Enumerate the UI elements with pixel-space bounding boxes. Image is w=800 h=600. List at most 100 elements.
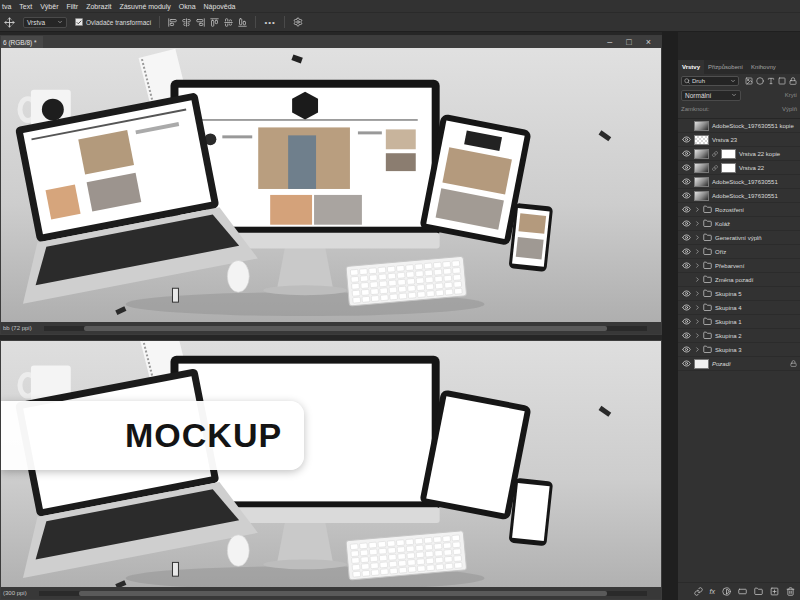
- chevron-right-icon[interactable]: [694, 318, 701, 325]
- horizontal-scrollbar[interactable]: [39, 591, 647, 596]
- adjustment-filter-icon[interactable]: [756, 77, 764, 85]
- align-left-icon[interactable]: [168, 18, 177, 27]
- panel-tab[interactable]: Knihovny: [747, 60, 780, 74]
- visibility-toggle[interactable]: [681, 219, 691, 229]
- visibility-toggle[interactable]: [681, 233, 691, 243]
- scroll-thumb[interactable]: [79, 591, 607, 596]
- menu-item[interactable]: Zásuvné moduly: [119, 3, 170, 10]
- checkbox-box[interactable]: [75, 18, 83, 26]
- smart-object-filter-icon[interactable]: [789, 77, 797, 85]
- link-icon[interactable]: [712, 151, 718, 157]
- auto-select-dropdown[interactable]: Vrstva: [23, 17, 67, 28]
- document-canvas[interactable]: [1, 48, 661, 322]
- add-mask-icon[interactable]: [738, 587, 747, 596]
- layer-row[interactable]: Vrstva 22: [678, 161, 800, 175]
- align-top-icon[interactable]: [210, 18, 219, 27]
- document-canvas[interactable]: MOCKUP: [1, 341, 661, 587]
- chevron-right-icon[interactable]: [694, 248, 701, 255]
- chevron-right-icon[interactable]: [694, 332, 701, 339]
- visibility-toggle[interactable]: [681, 121, 691, 131]
- layer-filter-dropdown[interactable]: Druh: [681, 76, 739, 86]
- scroll-thumb[interactable]: [84, 326, 607, 331]
- layer-row[interactable]: AdobeStock_197630551 kopie: [678, 119, 800, 133]
- layer-row[interactable]: AdobeStock_197630551: [678, 175, 800, 189]
- blend-mode-dropdown[interactable]: Normální: [681, 90, 741, 101]
- transform-controls-checkbox[interactable]: Ovladače transformací: [75, 18, 151, 26]
- window-control-button[interactable]: –: [607, 38, 612, 47]
- visibility-toggle[interactable]: [681, 247, 691, 257]
- panel-tab[interactable]: Přizpůsobení: [704, 60, 747, 74]
- horizontal-scrollbar[interactable]: [44, 326, 647, 331]
- gear-icon[interactable]: [293, 17, 303, 27]
- visibility-toggle[interactable]: [681, 135, 691, 145]
- visibility-toggle[interactable]: [681, 345, 691, 355]
- menu-item[interactable]: Výběr: [40, 3, 58, 10]
- chevron-right-icon[interactable]: [694, 346, 701, 353]
- visibility-toggle[interactable]: [681, 205, 691, 215]
- menu-item[interactable]: Zobrazit: [86, 3, 111, 10]
- menu-item[interactable]: Filtr: [66, 3, 78, 10]
- visibility-toggle[interactable]: [681, 289, 691, 299]
- menu-item[interactable]: Nápověda: [204, 3, 236, 10]
- separator: [284, 16, 285, 28]
- layer-row[interactable]: AdobeStock_197630551: [678, 189, 800, 203]
- visibility-toggle[interactable]: [681, 275, 691, 285]
- visibility-toggle[interactable]: [681, 149, 691, 159]
- visibility-toggle[interactable]: [681, 191, 691, 201]
- layer-row[interactable]: Oříz: [678, 245, 800, 259]
- link-icon[interactable]: [712, 165, 718, 171]
- window-control-button[interactable]: □: [626, 38, 631, 47]
- chevron-right-icon[interactable]: [694, 234, 701, 241]
- window-control-button[interactable]: ×: [646, 38, 651, 47]
- layer-row[interactable]: Generativní výplň: [678, 231, 800, 245]
- layer-row[interactable]: Vrstva 23: [678, 133, 800, 147]
- visibility-toggle[interactable]: [681, 317, 691, 327]
- layer-row[interactable]: Koláž: [678, 217, 800, 231]
- align-bottom-icon[interactable]: [238, 18, 247, 27]
- menu-item[interactable]: tva: [2, 3, 11, 10]
- adjustment-layer-icon[interactable]: [722, 587, 731, 596]
- image-filter-icon[interactable]: [745, 77, 753, 85]
- menu-item[interactable]: Okna: [179, 3, 196, 10]
- align-right-icon[interactable]: [196, 18, 205, 27]
- chevron-right-icon[interactable]: [694, 276, 701, 283]
- layer-row[interactable]: Pozadí: [678, 357, 800, 371]
- visibility-toggle[interactable]: [681, 303, 691, 313]
- visibility-toggle[interactable]: [681, 177, 691, 187]
- layer-effects-button[interactable]: fx: [710, 588, 715, 595]
- more-button[interactable]: •••: [264, 18, 275, 27]
- layer-row[interactable]: Skupina 4: [678, 301, 800, 315]
- move-tool-icon[interactable]: [4, 17, 15, 28]
- type-filter-icon[interactable]: [767, 77, 775, 85]
- visibility-toggle[interactable]: [681, 163, 691, 173]
- chevron-right-icon[interactable]: [694, 220, 701, 227]
- new-group-icon[interactable]: [754, 587, 763, 596]
- chevron-right-icon[interactable]: [694, 262, 701, 269]
- new-layer-icon[interactable]: [770, 587, 779, 596]
- align-middle-icon[interactable]: [224, 18, 233, 27]
- layer-row[interactable]: Skupina 1: [678, 315, 800, 329]
- document-tab[interactable]: 6 (RGB/8) *: [1, 36, 43, 48]
- layer-row[interactable]: Skupina 2: [678, 329, 800, 343]
- link-layers-icon[interactable]: [694, 587, 703, 596]
- panel-tab[interactable]: Vrstvy: [678, 60, 704, 74]
- layer-row[interactable]: Rozostření: [678, 203, 800, 217]
- visibility-toggle[interactable]: [681, 261, 691, 271]
- shape-filter-icon[interactable]: [778, 77, 786, 85]
- chevron-right-icon[interactable]: [694, 304, 701, 311]
- eye-icon: [682, 135, 691, 144]
- layer-row[interactable]: Přebarvení: [678, 259, 800, 273]
- chevron-down-icon: [57, 19, 63, 25]
- chevron-right-icon[interactable]: [694, 290, 701, 297]
- visibility-toggle[interactable]: [681, 331, 691, 341]
- chevron-right-icon[interactable]: [694, 206, 701, 213]
- layer-row[interactable]: Změna pozadí: [678, 273, 800, 287]
- layer-row[interactable]: Skupina 5: [678, 287, 800, 301]
- visibility-toggle[interactable]: [681, 359, 691, 369]
- align-center-icon[interactable]: [182, 18, 191, 27]
- group-mark: [694, 261, 712, 270]
- menu-item[interactable]: Text: [19, 3, 32, 10]
- trash-icon[interactable]: [786, 587, 795, 596]
- layer-row[interactable]: Vrstva 22 kopie: [678, 147, 800, 161]
- layer-row[interactable]: Skupina 3: [678, 343, 800, 357]
